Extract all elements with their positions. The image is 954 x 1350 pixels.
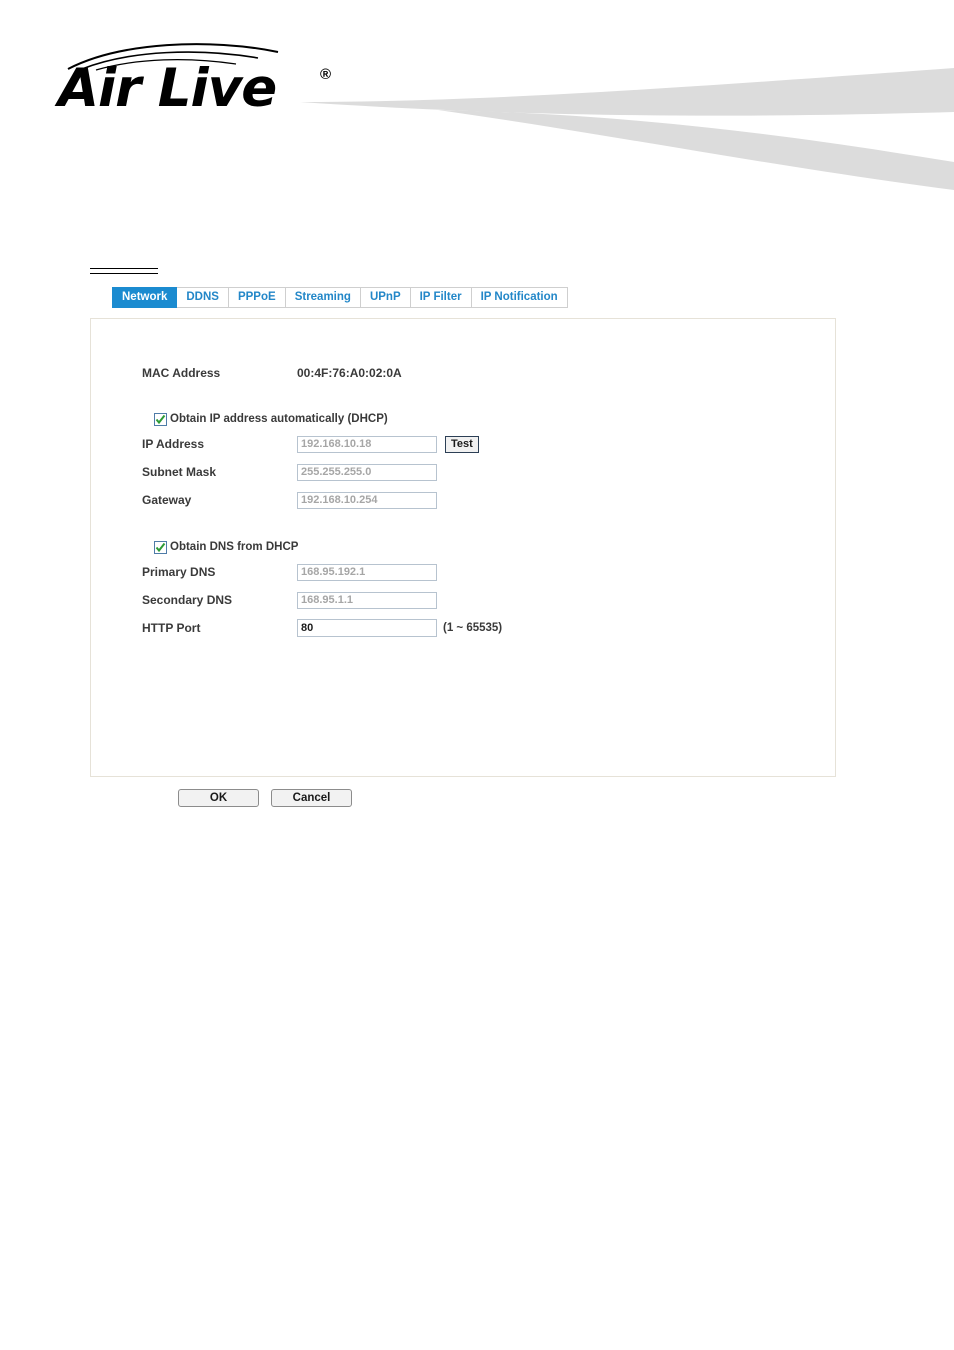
primary-dns-input[interactable] xyxy=(297,563,437,581)
checkmark-icon xyxy=(155,414,166,424)
checkmark-icon xyxy=(155,542,166,552)
http-port-input[interactable] xyxy=(297,619,437,637)
registered-trademark-icon: ® xyxy=(320,66,332,83)
secondary-dns-row: Secondary DNS xyxy=(142,586,782,614)
mac-address-label: MAC Address xyxy=(142,366,221,380)
mac-address-value: 00:4F:76:A0:02:0A xyxy=(297,366,402,380)
dns-checkbox-label: Obtain DNS from DHCP xyxy=(170,541,299,553)
http-port-range-hint: (1 ~ 65535) xyxy=(443,622,503,634)
ip-address-input[interactable] xyxy=(297,435,437,453)
tab-upnp[interactable]: UPnP xyxy=(360,287,411,308)
dns-checkbox-row[interactable]: Obtain DNS from DHCP xyxy=(154,536,782,558)
dhcp-checkbox-row[interactable]: Obtain IP address automatically (DHCP) xyxy=(154,408,782,430)
airlive-logo: Air Live ® xyxy=(58,36,331,119)
gateway-input[interactable] xyxy=(297,491,437,509)
tab-ddns[interactable]: DDNS xyxy=(177,287,229,308)
tab-pppoe[interactable]: PPPoE xyxy=(228,287,286,308)
settings-tab-bar: Network DDNS PPPoE Streaming UPnP IP Fil… xyxy=(112,287,568,308)
subnet-mask-row: Subnet Mask xyxy=(142,458,782,486)
dns-checkbox[interactable] xyxy=(154,540,167,554)
ip-address-row: IP Address Test xyxy=(142,430,782,458)
tab-network[interactable]: Network xyxy=(112,287,178,308)
test-button[interactable]: Test xyxy=(445,435,479,453)
subnet-mask-input[interactable] xyxy=(297,463,437,481)
secondary-dns-label: Secondary DNS xyxy=(142,593,233,607)
http-port-label: HTTP Port xyxy=(142,621,201,635)
tab-streaming[interactable]: Streaming xyxy=(285,287,361,308)
primary-dns-row: Primary DNS xyxy=(142,558,782,586)
form-action-bar: OK Cancel xyxy=(178,789,352,807)
http-port-row: HTTP Port (1 ~ 65535) xyxy=(142,614,782,642)
cancel-button[interactable]: Cancel xyxy=(271,789,352,807)
dhcp-checkbox[interactable] xyxy=(154,412,167,426)
gateway-row: Gateway xyxy=(142,486,782,514)
logo-wordmark: Air Live xyxy=(58,58,277,119)
header-swoosh-graphic xyxy=(300,68,954,190)
tab-ip-notification[interactable]: IP Notification xyxy=(471,287,568,308)
ok-button[interactable]: OK xyxy=(178,789,259,807)
page-header: Air Live ® xyxy=(0,0,954,190)
ip-address-label: IP Address xyxy=(142,437,205,451)
subnet-mask-label: Subnet Mask xyxy=(142,465,217,479)
section-rule xyxy=(90,268,158,274)
mac-address-row: MAC Address 00:4F:76:A0:02:0A xyxy=(142,362,782,384)
gateway-label: Gateway xyxy=(142,493,192,507)
secondary-dns-input[interactable] xyxy=(297,591,437,609)
primary-dns-label: Primary DNS xyxy=(142,565,216,579)
network-settings-form: MAC Address 00:4F:76:A0:02:0A Obtain IP … xyxy=(142,362,782,642)
tab-ip-filter[interactable]: IP Filter xyxy=(410,287,472,308)
dhcp-checkbox-label: Obtain IP address automatically (DHCP) xyxy=(170,413,388,425)
